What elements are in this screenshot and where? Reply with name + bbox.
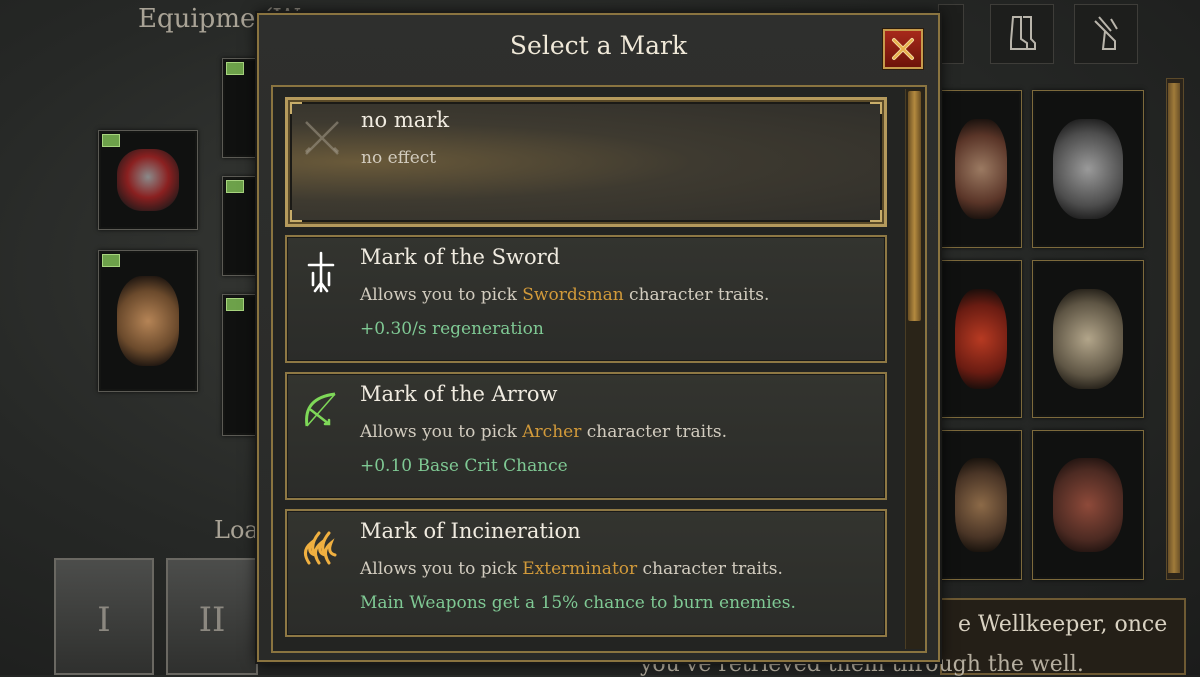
- close-button[interactable]: [883, 29, 923, 69]
- breastplate-item-icon: [1052, 119, 1124, 219]
- tunic-item-icon: [955, 119, 1007, 219]
- mark-description: Allows you to pick Swordsman character t…: [360, 285, 770, 305]
- mark-name: Mark of Incineration: [360, 519, 581, 543]
- mark-option-arrow[interactable]: Mark of the Arrow Allows you to pick Arc…: [285, 372, 887, 500]
- mark-description: no effect: [361, 148, 437, 168]
- dialog-title: Select a Mark: [509, 31, 688, 60]
- crossed-swords-faded-icon: [304, 121, 340, 155]
- mark-list[interactable]: no mark no effect Mark of the Sword Allo…: [271, 85, 927, 653]
- mark-description: Allows you to pick Exterminator characte…: [360, 559, 783, 579]
- chain-gloves-item-icon: [955, 457, 1007, 553]
- trait-highlight: Archer: [522, 422, 582, 442]
- new-badge: [226, 62, 244, 75]
- gauntlets-icon: [1094, 16, 1118, 50]
- loadout-2-button[interactable]: II: [166, 558, 258, 675]
- inventory-item[interactable]: [940, 430, 1022, 580]
- mark-list-scrollbar[interactable]: [905, 89, 924, 649]
- leather-gloves-item-icon: [1052, 457, 1124, 553]
- close-x-icon: [892, 38, 914, 60]
- mark-bonus: Main Weapons get a 15% chance to burn en…: [360, 593, 796, 613]
- trait-highlight: Exterminator: [522, 559, 638, 579]
- bow-mark-icon: [305, 392, 336, 427]
- inventory-item[interactable]: [940, 90, 1022, 248]
- new-badge: [226, 298, 244, 311]
- loadout-1-button[interactable]: I: [54, 558, 154, 675]
- inventory-item[interactable]: [1032, 260, 1144, 418]
- trait-highlight: Swordsman: [522, 285, 624, 305]
- inventory-item[interactable]: [1032, 90, 1144, 248]
- boots-icon: [1010, 16, 1036, 50]
- info-text-line-1: e Wellkeeper, once: [958, 612, 1168, 637]
- mark-bonus: +0.10 Base Crit Chance: [360, 456, 568, 476]
- mark-bonus: +0.30/s regeneration: [360, 319, 544, 339]
- tab-boots[interactable]: [990, 4, 1054, 64]
- mark-name: Mark of the Sword: [360, 245, 561, 269]
- mark-description: Allows you to pick Archer character trai…: [360, 422, 728, 442]
- gloves-item-icon: [116, 276, 180, 366]
- mark-option-sword[interactable]: Mark of the Sword Allows you to pick Swo…: [285, 235, 887, 363]
- new-badge: [102, 254, 120, 267]
- equip-slot-gloves[interactable]: [98, 250, 198, 392]
- tab-gauntlets[interactable]: [1074, 4, 1138, 64]
- mark-name: Mark of the Arrow: [360, 382, 558, 406]
- equip-slot-helmet[interactable]: [98, 130, 198, 230]
- inventory-scrollbar[interactable]: [1166, 78, 1184, 580]
- inventory-item[interactable]: [1032, 430, 1144, 580]
- scrollbar-thumb[interactable]: [908, 91, 921, 321]
- helmet-item-icon: [116, 148, 180, 212]
- worn-boots-item-icon: [1052, 289, 1124, 389]
- mark-option-none[interactable]: no mark no effect: [285, 97, 887, 227]
- tab-partial[interactable]: [938, 4, 964, 64]
- inventory-item[interactable]: [940, 260, 1022, 418]
- mark-option-incineration[interactable]: Mark of Incineration Allows you to pick …: [285, 509, 887, 637]
- sword-mark-icon: [307, 251, 335, 293]
- loadout-label: Loa: [214, 516, 259, 544]
- mark-name: no mark: [361, 108, 450, 132]
- scrollbar-thumb[interactable]: [1168, 83, 1180, 573]
- new-badge: [226, 180, 244, 193]
- select-mark-dialog: Select a Mark no mark no effect Mark of …: [257, 13, 940, 662]
- new-badge: [102, 134, 120, 147]
- flame-mark-icon: [304, 531, 337, 565]
- red-boots-item-icon: [955, 289, 1007, 389]
